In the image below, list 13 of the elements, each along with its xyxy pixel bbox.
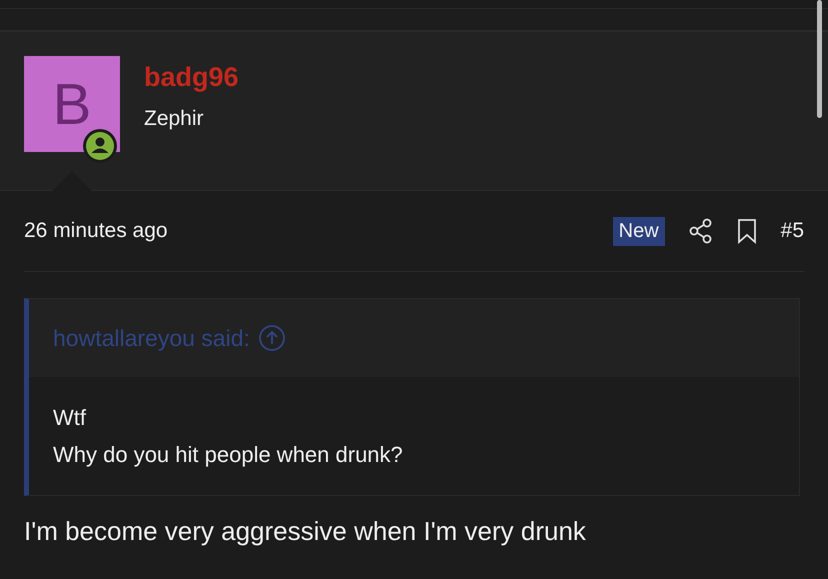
quote-attribution-link[interactable]: howtallareyou said:	[53, 324, 250, 352]
quote-text: Why do you hit people when drunk?	[53, 441, 404, 469]
username-link[interactable]: badg96	[144, 62, 239, 93]
bookmark-icon[interactable]	[736, 218, 757, 244]
quote-text: Wtf	[53, 404, 87, 432]
post-text: I'm become very aggressive when I'm very drunk	[24, 516, 587, 547]
post-number-link[interactable]: #5	[780, 219, 804, 243]
post-time[interactable]: 26 minutes ago	[24, 219, 168, 243]
scrollbar[interactable]	[817, 0, 822, 118]
new-label: New	[612, 216, 665, 246]
avatar[interactable]: B	[24, 56, 120, 152]
share-icon[interactable]	[688, 218, 713, 244]
user-title: Zephir	[144, 107, 205, 131]
